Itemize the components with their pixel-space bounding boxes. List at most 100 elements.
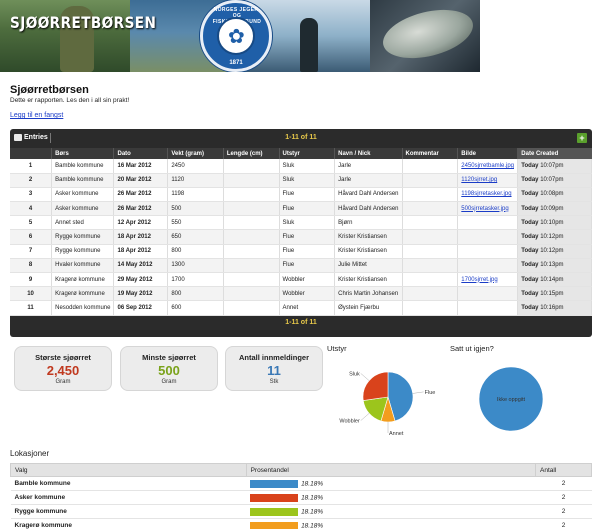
column-header: Antall	[535, 463, 592, 477]
created-day: Today	[521, 191, 539, 198]
entries-toolbar: Entries 1-11 of 11 +	[10, 129, 592, 147]
created-day: Today	[521, 177, 539, 184]
count-value: 2	[535, 490, 592, 505]
created-day: Today	[521, 276, 539, 283]
date-cell: 12 Apr 2012	[113, 215, 169, 231]
image-cell: 2450sjrretbamle.jpg	[457, 159, 519, 174]
name-cell: Chris Martin Johansen	[334, 286, 403, 302]
image-link[interactable]: 1700sjrret.jpg	[461, 277, 497, 283]
percentage-cell: 18.18%	[246, 518, 536, 529]
column-header[interactable]: Lengde (cm)	[223, 148, 280, 159]
created-time: 10:16pm	[540, 304, 564, 311]
row-number: 7	[10, 244, 53, 259]
pie-label: Wobbler	[339, 419, 360, 425]
card-title: Antall innmeldinger	[238, 353, 309, 362]
image-link[interactable]: 1120sjrret.jpg	[461, 177, 497, 183]
column-header[interactable]: Kommentar	[402, 148, 459, 159]
equipment-cell: Flue	[279, 201, 336, 217]
name-cell: Jarle	[334, 173, 403, 188]
table-row[interactable]: 4 Asker kommune 26 Mar 2012 500 Flue Håvard D…	[10, 201, 592, 217]
weight-cell: 1120	[167, 173, 224, 188]
row-number: 4	[10, 201, 53, 217]
table-row[interactable]: 5 Annet sted 12 Apr 2012 550 Sluk Bjørn Today …	[10, 215, 592, 231]
date-cell: 18 Apr 2012	[113, 229, 169, 245]
table-row[interactable]: 2 Bamble kommune 20 Mar 2012 1120 Sluk Jarle 1…	[10, 173, 592, 188]
location-name: Rygge kommune	[10, 504, 247, 519]
add-entry-button[interactable]: +	[577, 133, 587, 143]
location-cell: Kragerø kommune	[51, 286, 115, 302]
percentage-cell: 18.18%	[246, 476, 536, 491]
percentage-bar	[250, 507, 299, 516]
weight-cell: 800	[167, 286, 224, 302]
column-header: Valg	[10, 463, 247, 477]
row-number: 11	[10, 300, 53, 316]
card-unit: Stk	[269, 379, 279, 385]
add-catch-link[interactable]: Legg til en fangst	[10, 112, 63, 119]
pie-slice-sluk[interactable]	[362, 371, 389, 401]
location-cell: Bamble kommune	[51, 159, 115, 174]
created-day: Today	[521, 290, 539, 297]
table-row[interactable]: 6 Rygge kommune 18 Apr 2012 650 Flue Krister …	[10, 229, 592, 245]
row-number: 3	[10, 187, 53, 203]
image-link[interactable]: 2450sjrretbamle.jpg	[461, 163, 514, 169]
created-cell: Today 10:12pm	[517, 244, 592, 259]
column-header[interactable]	[10, 148, 53, 159]
weight-cell: 1700	[167, 272, 224, 288]
column-header[interactable]: Date Created	[517, 148, 592, 159]
comment-cell	[402, 244, 459, 259]
table-row[interactable]: 10 Kragerø kommune 19 May 2012 800 Wobbler Ch…	[10, 286, 592, 302]
comment-cell	[402, 187, 459, 203]
table-row[interactable]: 7 Rygge kommune 18 Apr 2012 800 Flue Krister …	[10, 244, 592, 259]
list-item: Asker kommune 18.18% 2	[10, 490, 592, 505]
image-link[interactable]: 1198sjrretasker.jpg	[461, 191, 511, 197]
column-header[interactable]: Vekt (gram)	[167, 148, 224, 159]
location-name: Kragerø kommune	[10, 518, 247, 529]
pie-label: Annet	[389, 431, 404, 437]
equipment-cell: Sluk	[279, 215, 336, 231]
smallest-trout-card: Minste sjøørret 500 Gram	[120, 346, 218, 391]
column-header[interactable]: Navn / Nick	[334, 148, 403, 159]
angler-silhouette	[300, 18, 318, 72]
column-header[interactable]: Bilde	[457, 148, 519, 159]
created-day: Today	[521, 304, 539, 311]
weight-cell: 500	[167, 201, 224, 217]
table-row[interactable]: 3 Asker kommune 26 Mar 2012 1198 Flue Håvard …	[10, 187, 592, 203]
length-cell	[223, 187, 280, 203]
comment-cell	[402, 173, 459, 188]
created-time: 10:12pm	[540, 234, 564, 241]
entries-table: Børs Dato Vekt (gram) Lengde (cm) Utstyr Navn…	[10, 148, 592, 316]
created-time: 10:07pm	[540, 162, 564, 169]
association-logo: NORGES JEGER- OG FISKERFORBUND 1871	[200, 0, 272, 72]
weight-cell: 650	[167, 229, 224, 245]
count-value: 2	[535, 504, 592, 519]
column-header[interactable]: Dato	[113, 148, 169, 159]
released-pie-chart: Ikke oppgitt	[478, 366, 544, 432]
weight-cell: 550	[167, 215, 224, 231]
locations-table: Valg Prosentandel Antall Bamble kommune 1…	[10, 463, 592, 529]
date-cell: 29 May 2012	[113, 272, 169, 288]
equipment-cell: Flue	[279, 187, 336, 203]
table-row[interactable]: 9 Kragerø kommune 29 May 2012 1700 Wobbler Kr…	[10, 272, 592, 288]
count-value: 2	[535, 476, 592, 491]
logo-year: 1871	[229, 60, 243, 66]
image-cell: 1700sjrret.jpg	[457, 272, 519, 288]
table-row[interactable]: 8 Hvaler kommune 14 May 2012 1300 Flue Julie …	[10, 258, 592, 274]
date-cell: 20 Mar 2012	[113, 173, 169, 188]
image-cell	[457, 244, 519, 259]
table-row[interactable]: 11 Nesodden kommune 06 Sep 2012 600 Annet Øys…	[10, 300, 592, 316]
comment-cell	[402, 159, 459, 174]
header-banner: SJØØRRETBØRSEN NORGES JEGER- OG FISKERFO…	[0, 0, 480, 72]
weight-cell: 1198	[167, 187, 224, 203]
percentage-value: 18.18%	[301, 494, 324, 502]
table-row[interactable]: 1 Bamble kommune 16 Mar 2012 2450 Sluk Jarle 2…	[10, 159, 592, 174]
length-cell	[223, 244, 280, 259]
equipment-cell: Sluk	[279, 173, 336, 188]
column-header[interactable]: Børs	[51, 148, 115, 159]
location-cell: Rygge kommune	[51, 229, 115, 245]
image-link[interactable]: 500sjrretasker.jpg	[461, 206, 508, 212]
name-cell: Krister Kristiansen	[334, 244, 403, 259]
equipment-cell: Flue	[279, 244, 336, 259]
card-unit: Gram	[55, 379, 71, 385]
column-header[interactable]: Utstyr	[279, 148, 336, 159]
entry-count-card: Antall innmeldinger 11 Stk	[225, 346, 323, 391]
